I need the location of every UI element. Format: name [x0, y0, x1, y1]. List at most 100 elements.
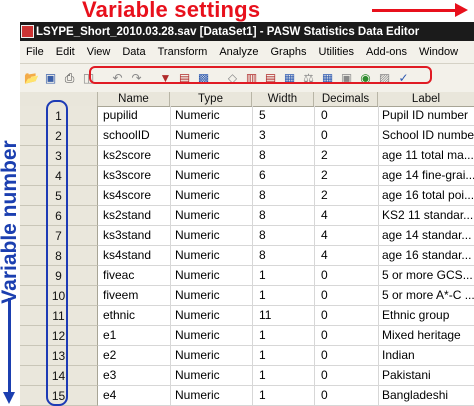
variable-settings-annotation: Variable settings	[0, 0, 474, 22]
cell-type[interactable]: Numeric	[170, 366, 252, 386]
cell-label[interactable]: age 16 standar...	[378, 246, 474, 266]
cell-type[interactable]: Numeric	[170, 206, 252, 226]
cell-decimals[interactable]: 0	[314, 306, 378, 326]
menu-view[interactable]: View	[82, 46, 118, 58]
cell-decimals[interactable]: 0	[314, 106, 378, 126]
cell-name[interactable]: e1	[98, 326, 170, 346]
cell-label[interactable]: 5 or more A*-C ...	[378, 286, 474, 306]
cell-label[interactable]: Pakistani	[378, 366, 474, 386]
cell-decimals[interactable]: 0	[314, 386, 378, 406]
column-header-name[interactable]: Name	[98, 92, 170, 106]
cell-name[interactable]: e4	[98, 386, 170, 406]
cell-type[interactable]: Numeric	[170, 386, 252, 406]
cell-width[interactable]: 1	[252, 346, 314, 366]
column-divider	[170, 106, 171, 406]
cell-width[interactable]: 11	[252, 306, 314, 326]
right-arrow-line	[372, 9, 456, 12]
variable-settings-label: Variable settings	[82, 0, 261, 22]
cell-decimals[interactable]: 4	[314, 226, 378, 246]
cell-type[interactable]: Numeric	[170, 346, 252, 366]
cell-width[interactable]: 1	[252, 286, 314, 306]
cell-name[interactable]: ks3stand	[98, 226, 170, 246]
cell-label[interactable]: age 11 total ma...	[378, 146, 474, 166]
cell-name[interactable]: ethnic	[98, 306, 170, 326]
title-bar: LSYPE_Short_2010.03.28.sav [DataSet1] - …	[20, 22, 474, 41]
cell-name[interactable]: ks2score	[98, 146, 170, 166]
cell-type[interactable]: Numeric	[170, 326, 252, 346]
save-disk-icon[interactable]: ▣	[43, 71, 58, 86]
cell-width[interactable]: 8	[252, 226, 314, 246]
cell-width[interactable]: 8	[252, 206, 314, 226]
menu-transform[interactable]: Transform	[153, 46, 215, 58]
cell-type[interactable]: Numeric	[170, 126, 252, 146]
menu-add-ons[interactable]: Add-ons	[361, 46, 414, 58]
cell-label[interactable]: Pupil ID number	[378, 106, 474, 126]
cell-name[interactable]: ks4score	[98, 186, 170, 206]
cell-label[interactable]: age 14 standar...	[378, 226, 474, 246]
column-header-decimals[interactable]: Decimals	[314, 92, 378, 106]
cell-name[interactable]: ks2stand	[98, 206, 170, 226]
cell-type[interactable]: Numeric	[170, 166, 252, 186]
cell-type[interactable]: Numeric	[170, 306, 252, 326]
cell-name[interactable]: fiveac	[98, 266, 170, 286]
cell-width[interactable]: 5	[252, 106, 314, 126]
cell-decimals[interactable]: 0	[314, 126, 378, 146]
cell-name[interactable]: e3	[98, 366, 170, 386]
menu-data[interactable]: Data	[117, 46, 152, 58]
column-divider	[252, 106, 253, 406]
cell-name[interactable]: ks3score	[98, 166, 170, 186]
cell-width[interactable]: 1	[252, 366, 314, 386]
cell-decimals[interactable]: 0	[314, 346, 378, 366]
cell-type[interactable]: Numeric	[170, 226, 252, 246]
cell-label[interactable]: Ethnic group	[378, 306, 474, 326]
column-header-width[interactable]: Width	[252, 92, 314, 106]
cell-width[interactable]: 6	[252, 166, 314, 186]
cell-decimals[interactable]: 0	[314, 286, 378, 306]
cell-label[interactable]: KS2 11 standar...	[378, 206, 474, 226]
cell-name[interactable]: schoolID	[98, 126, 170, 146]
cell-width[interactable]: 1	[252, 266, 314, 286]
cell-label[interactable]: age 16 total poi...	[378, 186, 474, 206]
cell-label[interactable]: age 14 fine-grai...	[378, 166, 474, 186]
cell-width[interactable]: 8	[252, 186, 314, 206]
cell-name[interactable]: fiveem	[98, 286, 170, 306]
cell-decimals[interactable]: 2	[314, 186, 378, 206]
cell-decimals[interactable]: 0	[314, 266, 378, 286]
cell-type[interactable]: Numeric	[170, 246, 252, 266]
column-header-label[interactable]: Label	[378, 92, 474, 106]
menu-graphs[interactable]: Graphs	[265, 46, 313, 58]
menu-utilities[interactable]: Utilities	[314, 46, 361, 58]
cell-type[interactable]: Numeric	[170, 186, 252, 206]
cell-decimals[interactable]: 0	[314, 326, 378, 346]
cell-type[interactable]: Numeric	[170, 106, 252, 126]
cell-width[interactable]: 8	[252, 246, 314, 266]
cell-width[interactable]: 1	[252, 386, 314, 406]
menu-analyze[interactable]: Analyze	[214, 46, 265, 58]
cell-name[interactable]: ks4stand	[98, 246, 170, 266]
menu-file[interactable]: File	[20, 46, 51, 58]
cell-type[interactable]: Numeric	[170, 266, 252, 286]
cell-label[interactable]: Bangladeshi	[378, 386, 474, 406]
menu-window[interactable]: Window	[414, 46, 465, 58]
cell-label[interactable]: Indian	[378, 346, 474, 366]
cell-label[interactable]: 5 or more GCS...	[378, 266, 474, 286]
cell-width[interactable]: 8	[252, 146, 314, 166]
column-header-type[interactable]: Type	[170, 92, 252, 106]
cell-label[interactable]: School ID number	[378, 126, 474, 146]
cell-width[interactable]: 3	[252, 126, 314, 146]
cell-name[interactable]: e2	[98, 346, 170, 366]
cell-decimals[interactable]: 4	[314, 246, 378, 266]
down-arrow-line	[8, 298, 11, 394]
cell-type[interactable]: Numeric	[170, 286, 252, 306]
cell-width[interactable]: 1	[252, 326, 314, 346]
open-folder-icon[interactable]: 📂	[24, 71, 39, 86]
print-icon[interactable]: ⎙	[62, 71, 77, 86]
cell-decimals[interactable]: 2	[314, 166, 378, 186]
cell-decimals[interactable]: 4	[314, 206, 378, 226]
cell-decimals[interactable]: 2	[314, 146, 378, 166]
cell-name[interactable]: pupilid	[98, 106, 170, 126]
cell-label[interactable]: Mixed heritage	[378, 326, 474, 346]
cell-type[interactable]: Numeric	[170, 146, 252, 166]
menu-edit[interactable]: Edit	[51, 46, 82, 58]
cell-decimals[interactable]: 0	[314, 366, 378, 386]
